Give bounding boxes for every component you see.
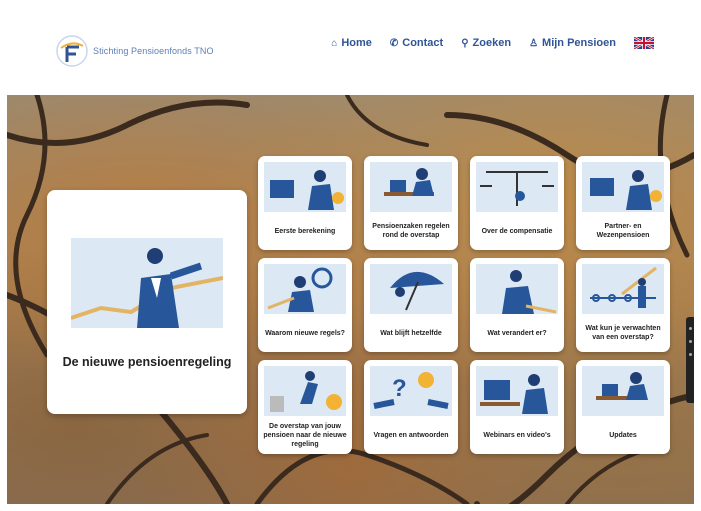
nav-mijn-pensioen[interactable]: ♙ Mijn Pensioen bbox=[529, 37, 616, 49]
tile-label: Eerste berekening bbox=[274, 227, 336, 235]
tile-label: Wat blijft hetzelfde bbox=[380, 329, 442, 337]
feature-title: De nieuwe pensioenregeling bbox=[62, 355, 232, 369]
nav-search-label: Zoeken bbox=[472, 37, 512, 49]
tile-waarom-nieuwe-regels[interactable]: Waarom nieuwe regels? bbox=[258, 258, 352, 352]
tile-label: Waarom nieuwe regels? bbox=[265, 329, 345, 337]
tile-label: Pensioenzaken regelen rond de overstap bbox=[372, 223, 450, 239]
businessman-illustration bbox=[70, 238, 224, 328]
tile-pensioenzaken-regelen[interactable]: Pensioenzaken regelen rond de overstap bbox=[364, 156, 458, 250]
site-header: Stichting Pensioenfonds TNO ⌂ Home ✆ Con… bbox=[7, 7, 694, 95]
hero-section: De nieuwe pensioenregeling Eerste bereke… bbox=[7, 95, 694, 504]
laptop-worker-illustration bbox=[582, 162, 664, 212]
svg-text:?: ? bbox=[392, 375, 407, 402]
tile-updates[interactable]: Updates bbox=[576, 360, 670, 454]
tile-label: Wat verandert er? bbox=[487, 329, 547, 337]
feature-card-nieuwe-regeling[interactable]: De nieuwe pensioenregeling bbox=[47, 190, 247, 414]
dot-nav-item[interactable] bbox=[688, 353, 692, 356]
umbrella-illustration bbox=[370, 264, 452, 314]
logo-mark-icon bbox=[55, 34, 89, 68]
nav-contact-label: Contact bbox=[402, 37, 444, 49]
magnifier-illustration bbox=[264, 264, 346, 314]
phone-icon: ✆ bbox=[389, 37, 399, 49]
question-lightbulb-illustration: ? bbox=[370, 366, 452, 416]
tile-webinars[interactable]: Webinars en video's bbox=[470, 360, 564, 454]
tile-label: Partner- en Wezenpensioen bbox=[596, 223, 650, 239]
nav-mijn-pensioen-label: Mijn Pensioen bbox=[542, 37, 616, 49]
tile-wat-verandert-er[interactable]: Wat verandert er? bbox=[470, 258, 564, 352]
tile-wat-kun-je-verwachten[interactable]: Wat kun je verwachten van een overstap? bbox=[576, 258, 670, 352]
page-frame: Stichting Pensioenfonds TNO ⌂ Home ✆ Con… bbox=[7, 7, 694, 504]
tile-label: Over de compensatie bbox=[481, 227, 553, 235]
home-icon: ⌂ bbox=[331, 37, 338, 49]
tile-vragen-en-antwoorden[interactable]: ? Vragen en antwoorden bbox=[364, 360, 458, 454]
uk-flag-icon[interactable] bbox=[633, 35, 655, 51]
laptop-worker-illustration bbox=[476, 366, 558, 416]
tile-label: De overstap van jouw pensioen naar de ni… bbox=[263, 422, 347, 448]
search-icon: ⚲ bbox=[461, 37, 469, 49]
scales-illustration bbox=[476, 162, 558, 212]
nav-search[interactable]: ⚲ Zoeken bbox=[461, 37, 511, 49]
tile-label: Wat kun je verwachten van een overstap? bbox=[585, 325, 661, 341]
tile-partnerpensioen[interactable]: Partner- en Wezenpensioen bbox=[576, 156, 670, 250]
tile-compensatie[interactable]: Over de compensatie bbox=[470, 156, 564, 250]
dot-nav-item[interactable] bbox=[688, 327, 692, 330]
main-nav: ⌂ Home ✆ Contact ⚲ Zoeken ♙ Mijn Pensioe… bbox=[331, 35, 655, 51]
tile-wat-blijft-hetzelfde[interactable]: Wat blijft hetzelfde bbox=[364, 258, 458, 352]
desk-worker-illustration bbox=[370, 162, 452, 212]
logo-text: Stichting Pensioenfonds TNO bbox=[93, 46, 214, 56]
tile-eerste-berekening[interactable]: Eerste berekening bbox=[258, 156, 352, 250]
path-walker-illustration bbox=[582, 264, 664, 314]
tile-label: Updates bbox=[609, 431, 637, 439]
tile-label: Vragen en antwoorden bbox=[373, 431, 449, 439]
dot-nav-item[interactable] bbox=[688, 340, 692, 343]
nav-contact[interactable]: ✆ Contact bbox=[390, 37, 443, 49]
desk-worker-illustration bbox=[582, 366, 664, 416]
tile-de-overstap[interactable]: De overstap van jouw pensioen naar de ni… bbox=[258, 360, 352, 454]
site-logo[interactable]: Stichting Pensioenfonds TNO bbox=[55, 31, 214, 71]
nav-home-label: Home bbox=[341, 37, 372, 49]
side-dot-navigation[interactable] bbox=[686, 317, 694, 403]
tile-label: Webinars en video's bbox=[483, 431, 551, 439]
thinking-man-illustration bbox=[476, 264, 558, 314]
running-man-illustration bbox=[264, 366, 346, 416]
nav-home[interactable]: ⌂ Home bbox=[331, 37, 372, 49]
user-icon: ♙ bbox=[529, 37, 539, 49]
laptop-worker-illustration bbox=[264, 162, 346, 212]
